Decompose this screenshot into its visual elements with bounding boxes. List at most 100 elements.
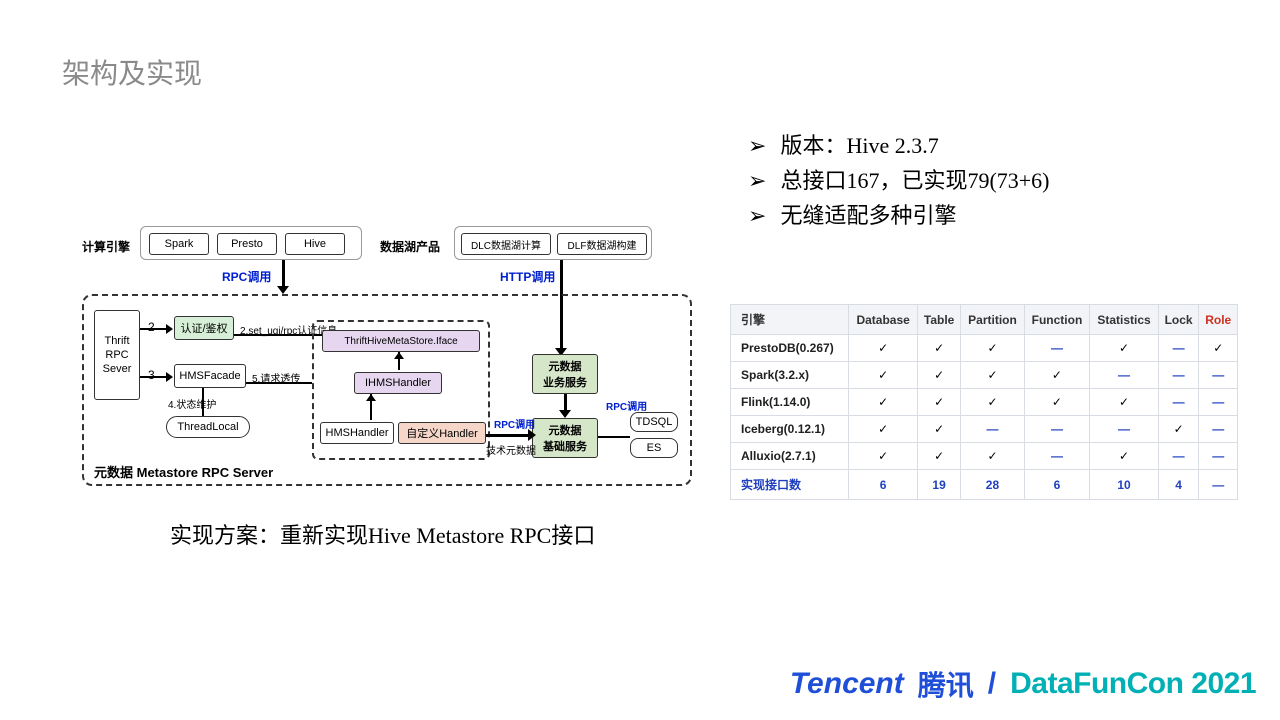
box-threadlocal: ThreadLocal [166,416,250,438]
table-cell: — [1158,335,1199,362]
table-cell: ✓ [961,335,1024,362]
table-cell: — [1199,443,1238,470]
table-cell: 4 [1158,470,1199,500]
box-ihms: IHMSHandler [354,372,442,394]
table-cell: ✓ [849,362,918,389]
table-header-row: 引擎 Database Table Partition Function Sta… [731,305,1238,335]
th-role: Role [1199,305,1238,335]
table-cell: ✓ [917,389,960,416]
table-cell: ✓ [849,416,918,443]
box-tdsql: TDSQL [630,412,678,432]
table-cell: ✓ [917,362,960,389]
table-cell: — [1024,443,1090,470]
table-cell: — [1158,443,1199,470]
arrow-line [246,382,312,384]
table-cell: Spark(3.2.x) [731,362,849,389]
arrow-right-icon [166,372,173,382]
table-cell: ✓ [1090,389,1159,416]
table-cell: — [1158,362,1199,389]
box-es: ES [630,438,678,458]
table-cell: ✓ [1158,416,1199,443]
table-cell: Iceberg(0.12.1) [731,416,849,443]
th-database: Database [849,305,918,335]
box-custom-handler: 自定义Handler [398,422,486,444]
bullet-list: ➢版本：Hive 2.3.7 ➢总接口167，已实现79(73+6) ➢无缝适配… [748,128,1050,234]
table-cell: 19 [917,470,960,500]
th-engine: 引擎 [731,305,849,335]
thrift-line: RPC [105,348,128,362]
table-cell: — [1199,362,1238,389]
box-auth: 认证/鉴权 [174,316,234,340]
box-hive: Hive [285,233,345,255]
th-statistics: Statistics [1090,305,1159,335]
arrow-line [486,434,532,437]
implementation-caption: 实现方案：重新实现Hive Metastore RPC接口 [170,518,595,550]
table-cell: ✓ [1090,443,1159,470]
table-cell: ✓ [1024,362,1090,389]
box-presto: Presto [217,233,277,255]
box-dlf: DLF数据湖构建 [557,233,647,255]
box-base-service: 元数据 基础服务 [532,418,598,458]
arrow-down-icon [559,410,571,418]
tencent-logo-cn: 腾讯 [918,664,974,704]
label-rpc-call: RPC调用 [222,268,271,285]
table-row: Flink(1.14.0)✓✓✓✓✓—— [731,389,1238,416]
table-cell: ✓ [849,443,918,470]
table-cell: ✓ [917,416,960,443]
arrow-right-icon [528,429,536,441]
footer-logos: Tencent 腾讯 / DataFunCon 2021 [790,664,1256,704]
box-spark: Spark [149,233,209,255]
table-cell: — [1199,416,1238,443]
datafuncon-logo: DataFunCon 2021 [1010,667,1256,701]
engine-feature-table: 引擎 Database Table Partition Function Sta… [730,304,1238,500]
tencent-logo-en: Tencent [790,667,904,701]
lake-group: DLC数据湖计算 DLF数据湖构建 [454,226,652,260]
table-cell: 6 [1024,470,1090,500]
box-dlc: DLC数据湖计算 [461,233,551,255]
label-server-caption: 元数据 Metastore RPC Server [94,462,273,481]
table-cell: ✓ [961,362,1024,389]
slide-title: 架构及实现 [62,52,202,92]
table-cell: 28 [961,470,1024,500]
architecture-diagram: 计算引擎 Spark Presto Hive 数据湖产品 DLC数据湖计算 DL… [82,220,702,490]
bullet-icon: ➢ [748,163,766,198]
bullet-icon: ➢ [748,128,766,163]
separator: / [988,667,996,701]
step-2: 2 [148,320,155,334]
table-cell: Alluxio(2.7.1) [731,443,849,470]
table-cell: 6 [849,470,918,500]
table-cell: PrestoDB(0.267) [731,335,849,362]
table-row: Alluxio(2.7.1)✓✓✓—✓—— [731,443,1238,470]
table-cell: — [1158,389,1199,416]
table-cell: ✓ [917,335,960,362]
thrift-line: Thrift [104,334,129,348]
bullet-text: 总接口167，已实现79(73+6) [780,163,1049,198]
biz-line: 元数据 [549,358,582,374]
table-row: 实现接口数619286104— [731,470,1238,500]
th-partition: Partition [961,305,1024,335]
table-cell: — [1199,389,1238,416]
engine-group: Spark Presto Hive [140,226,362,260]
table-row: PrestoDB(0.267)✓✓✓—✓—✓ [731,335,1238,362]
label-http-call: HTTP调用 [500,268,555,285]
label-lake-products: 数据湖产品 [380,238,440,255]
table-cell: — [1199,470,1238,500]
bullet-icon: ➢ [748,198,766,233]
table-cell: ✓ [849,389,918,416]
table-cell: ✓ [961,443,1024,470]
table-row: Spark(3.2.x)✓✓✓✓——— [731,362,1238,389]
box-thrift-iface: ThriftHiveMetaStore.Iface [322,330,480,352]
arrow-line [140,376,168,378]
table-cell: Flink(1.14.0) [731,389,849,416]
box-biz-service: 元数据 业务服务 [532,354,598,394]
table-cell: — [1090,362,1159,389]
table-cell: — [1090,416,1159,443]
table-cell: ✓ [849,335,918,362]
table-cell: ✓ [1090,335,1159,362]
arrow-line [202,388,204,416]
table-cell: — [961,416,1024,443]
arrow-line [598,436,630,438]
label-compute-engine: 计算引擎 [82,238,130,255]
table-cell: ✓ [1024,389,1090,416]
arrow-line [140,328,168,330]
